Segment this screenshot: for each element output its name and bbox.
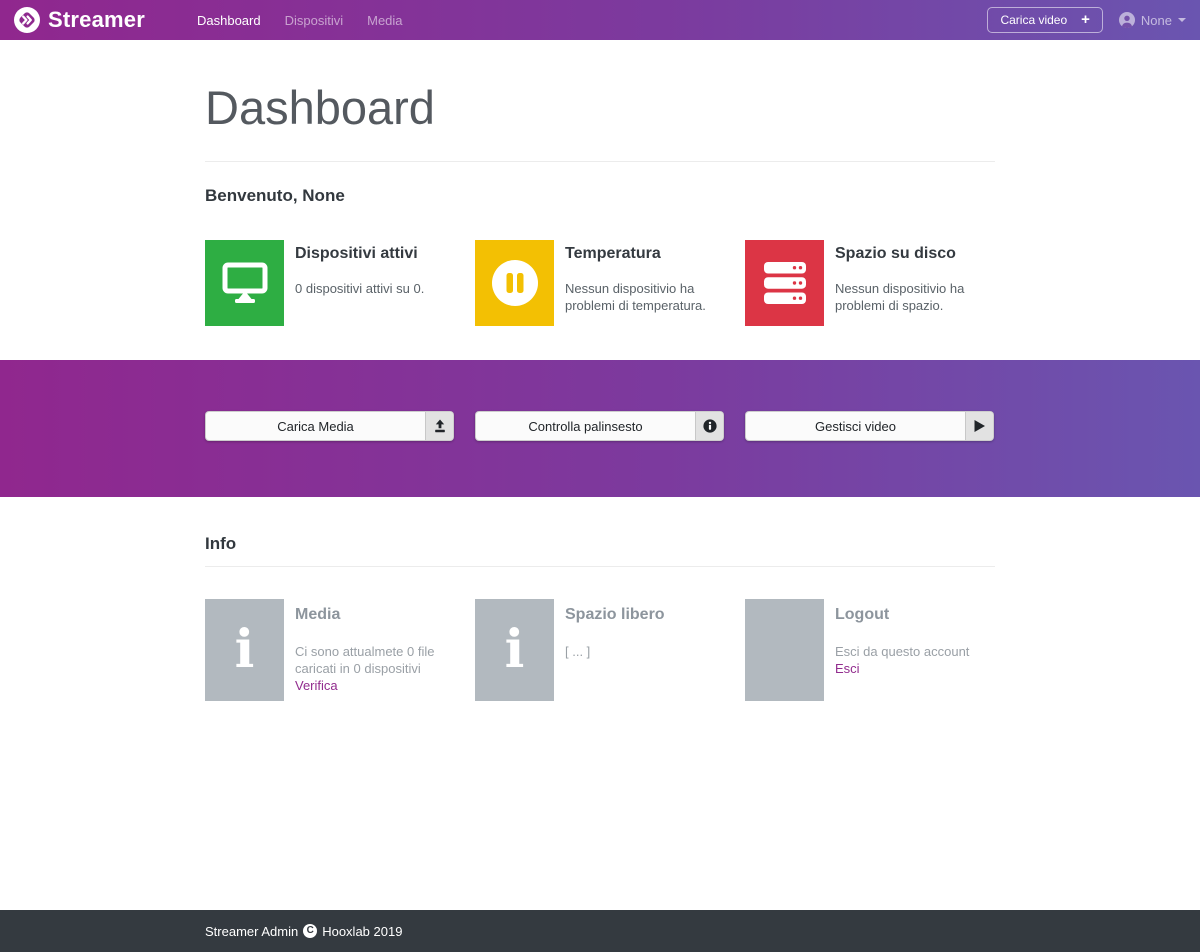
info-card-logout: Logout Esci da questo account Esci (745, 599, 995, 701)
info-card-title: Logout (835, 606, 969, 624)
info-icon: i (475, 599, 554, 701)
gestisci-video-button[interactable]: Gestisci video (745, 411, 994, 441)
info-card-text: Ci sono attualmete 0 file caricati in 0 … (295, 643, 475, 677)
divider (205, 161, 995, 162)
logout-icon-placeholder (745, 599, 824, 701)
navbar: Streamer Dashboard Dispositivi Media Car… (0, 0, 1200, 40)
brand-name: Streamer (48, 7, 145, 33)
status-card-dispositivi-attivi: Dispositivi attivi 0 dispositivi attivi … (205, 240, 475, 326)
action-band: Carica Media Controlla palinsesto (0, 360, 1200, 497)
upload-icon (425, 412, 453, 440)
carica-media-label: Carica Media (206, 412, 425, 440)
nav-items: Dashboard Dispositivi Media (185, 9, 415, 32)
nav-item-dispositivi[interactable]: Dispositivi (273, 9, 356, 32)
user-label: None (1141, 13, 1172, 28)
status-card-temperatura: Temperatura Nessun dispositivio ha probl… (475, 240, 745, 326)
info-cards-row: i Media Ci sono attualmete 0 file carica… (205, 599, 995, 701)
info-card-text: Esci da questo account (835, 643, 969, 660)
pause-icon (475, 240, 554, 326)
info-card-spazio-libero: i Spazio libero [ ... ] (475, 599, 745, 701)
navbar-right: Carica video + None (987, 7, 1186, 33)
status-card-text: 0 dispositivi attivi su 0. (295, 280, 424, 297)
carica-video-label: Carica video (1000, 13, 1067, 27)
nav-item-media[interactable]: Media (355, 9, 414, 32)
info-section-title: Info (205, 534, 995, 554)
main-content: Dashboard Benvenuto, None Dispositivi at… (0, 40, 1200, 701)
server-icon (745, 240, 824, 326)
status-cards-row: Dispositivi attivi 0 dispositivi attivi … (205, 240, 995, 326)
nav-item-dashboard[interactable]: Dashboard (185, 9, 273, 32)
play-icon (965, 412, 993, 440)
monitor-icon (205, 240, 284, 326)
status-card-title: Temperatura (565, 245, 745, 263)
footer-text-right: Hooxlab 2019 (322, 924, 402, 939)
info-icon (695, 412, 723, 440)
footer-text-left: Streamer Admin (205, 924, 298, 939)
copyright-icon: C (303, 924, 317, 938)
info-card-media: i Media Ci sono attualmete 0 file carica… (205, 599, 475, 701)
status-card-title: Spazio su disco (835, 245, 995, 263)
info-card-text: [ ... ] (565, 643, 665, 660)
brand[interactable]: Streamer (14, 7, 145, 33)
streamer-logo-icon (14, 7, 40, 33)
status-card-title: Dispositivi attivi (295, 245, 424, 263)
page-title: Dashboard (205, 80, 995, 135)
welcome-heading: Benvenuto, None (205, 186, 995, 206)
info-card-title: Spazio libero (565, 606, 665, 624)
chevron-down-icon (1178, 18, 1186, 22)
carica-video-button[interactable]: Carica video + (987, 7, 1102, 33)
controlla-palinsesto-label: Controlla palinsesto (476, 412, 695, 440)
status-card-text: Nessun dispositivio ha problemi di tempe… (565, 280, 745, 314)
info-icon: i (205, 599, 284, 701)
verifica-link[interactable]: Verifica (295, 678, 338, 693)
footer: Streamer Admin C Hooxlab 2019 (0, 910, 1200, 952)
carica-media-button[interactable]: Carica Media (205, 411, 454, 441)
divider (205, 566, 995, 567)
gestisci-video-label: Gestisci video (746, 412, 965, 440)
plus-icon: + (1081, 15, 1090, 25)
status-card-text: Nessun dispositivio ha problemi di spazi… (835, 280, 995, 314)
status-card-spazio-su-disco: Spazio su disco Nessun dispositivio ha p… (745, 240, 995, 326)
controlla-palinsesto-button[interactable]: Controlla palinsesto (475, 411, 724, 441)
esci-link[interactable]: Esci (835, 661, 860, 676)
user-menu[interactable]: None (1119, 12, 1186, 28)
user-icon (1119, 12, 1135, 28)
info-card-title: Media (295, 606, 475, 624)
